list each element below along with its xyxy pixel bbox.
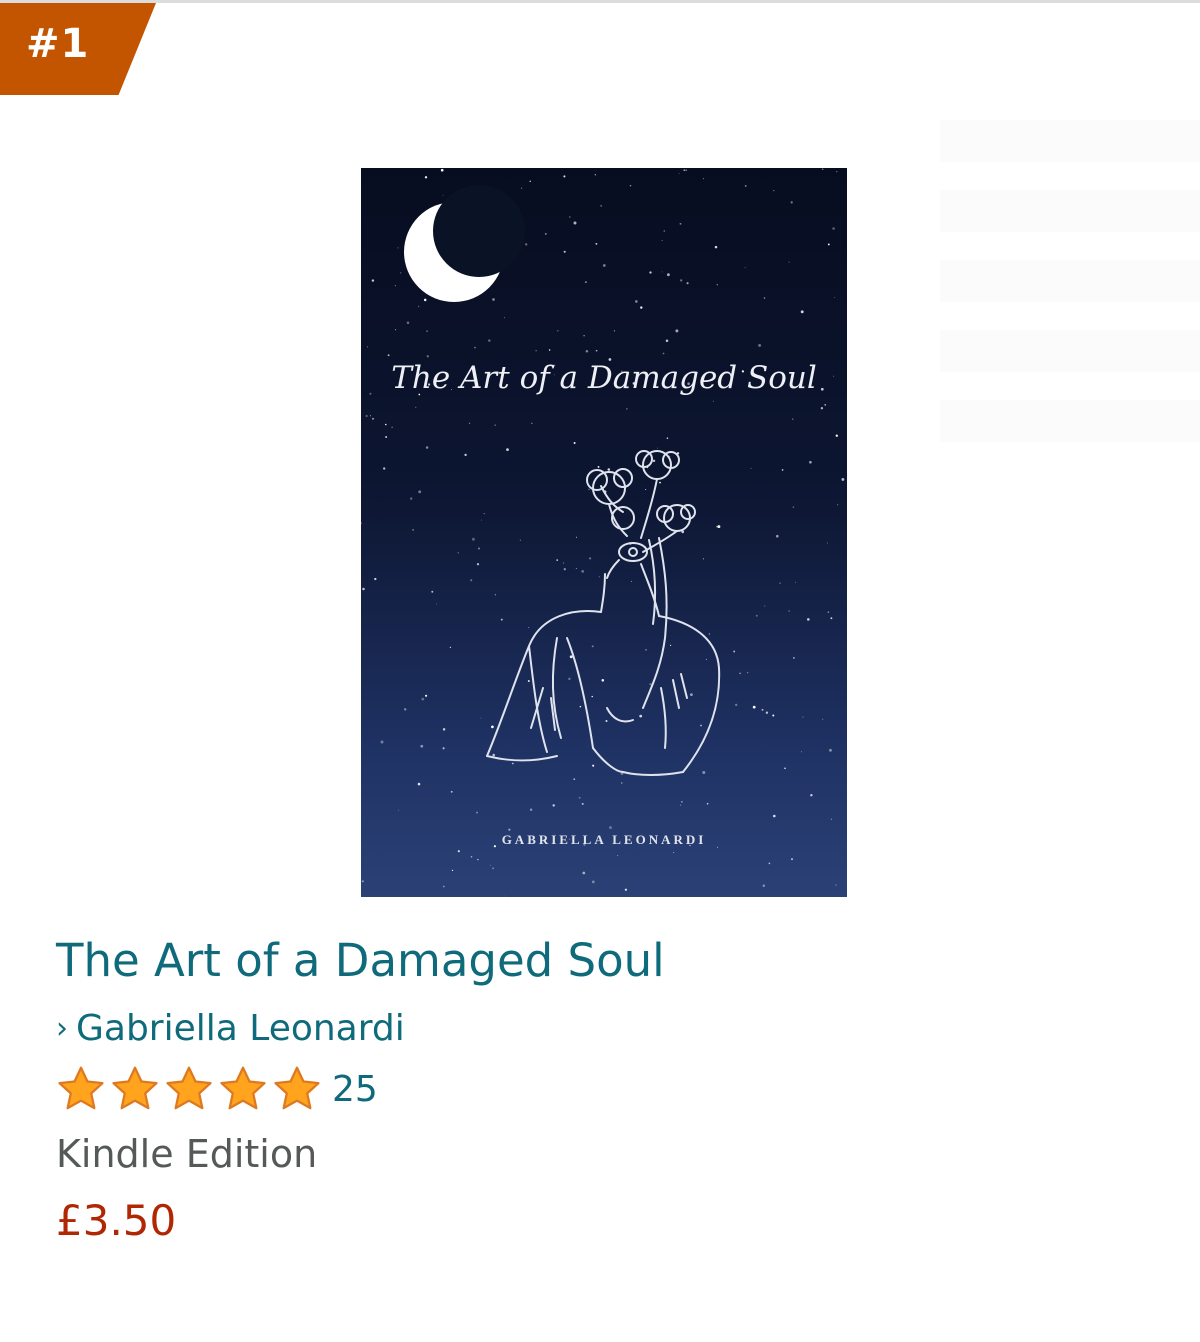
format-label: Kindle Edition [56, 1132, 318, 1176]
star-icon [58, 1066, 104, 1110]
cover-title: The Art of a Damaged Soul [391, 360, 817, 396]
author-name: Gabriella Leonardi [76, 1008, 405, 1049]
rating-count[interactable]: 25 [332, 1069, 378, 1110]
rank-badge: #1 [0, 3, 156, 95]
star-icon [166, 1066, 212, 1110]
figure-line-art [486, 450, 721, 776]
moon-icon [404, 185, 525, 302]
rating-row[interactable]: 25 [56, 1064, 378, 1114]
cover-author: GABRIELLA LEONARDI [501, 832, 707, 847]
author-link[interactable]: › Gabriella Leonardi [56, 1008, 405, 1049]
star-icon [112, 1066, 158, 1110]
chevron-right-icon: › [56, 1011, 68, 1046]
star-rating [56, 1064, 326, 1114]
book-title-link[interactable]: The Art of a Damaged Soul [56, 934, 665, 987]
cover-artwork [361, 168, 845, 897]
star-icon [274, 1066, 320, 1110]
rank-label: #1 [26, 21, 90, 67]
background-fade [940, 120, 1200, 460]
book-cover-image[interactable]: The Art of a Damaged Soul GABRIELLA LEON… [361, 168, 847, 897]
top-divider [0, 0, 1200, 3]
price: £3.50 [56, 1196, 177, 1245]
star-icon [220, 1066, 266, 1110]
